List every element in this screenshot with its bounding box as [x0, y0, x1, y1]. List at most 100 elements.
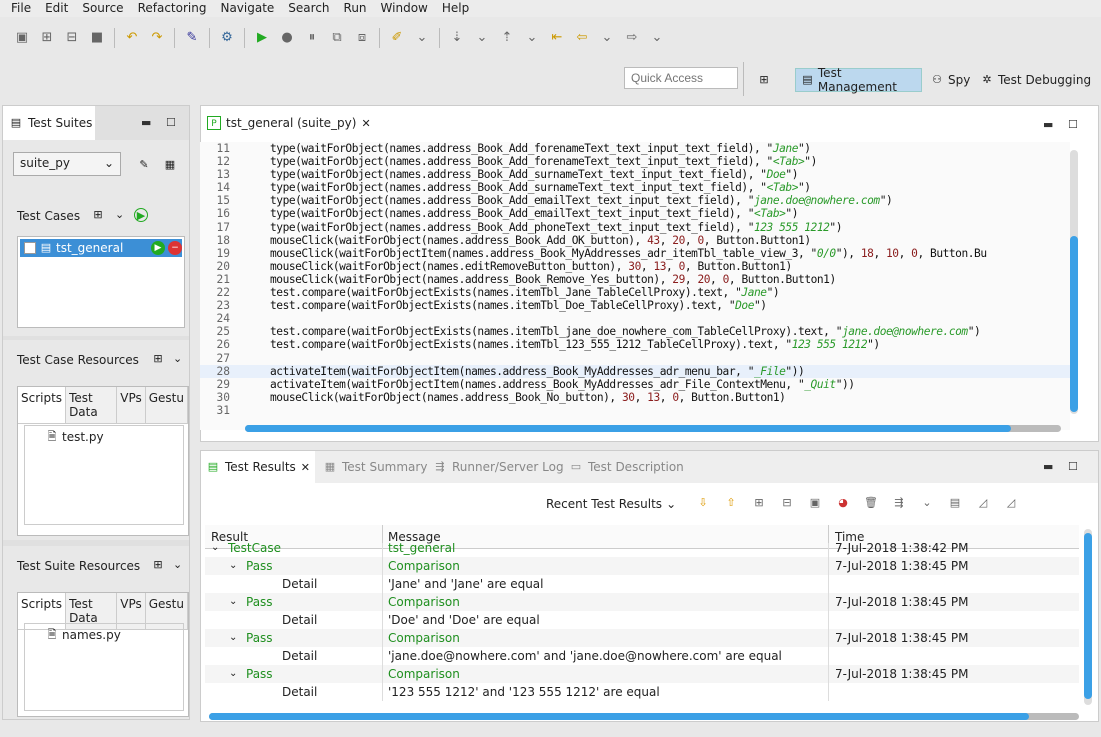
open-perspective-icon[interactable]: ⊞ — [757, 73, 771, 87]
tab-editor[interactable]: Ptst_general (suite_py) ✕ — [207, 116, 371, 130]
undo-icon[interactable]: ↶ — [124, 30, 140, 46]
checkbox[interactable] — [24, 242, 36, 254]
chevron-down-icon[interactable]: ⌄ — [474, 30, 490, 46]
tab-test-description[interactable]: ▭ Test Description — [569, 460, 684, 474]
scrollbar-thumb[interactable] — [209, 713, 1029, 720]
maximize-button[interactable]: ☐ — [1068, 118, 1078, 131]
chevron-down-icon[interactable]: ⌄ — [229, 629, 237, 647]
quick-access-input[interactable] — [624, 67, 738, 89]
code-line[interactable]: 21 mouseClick(waitForObject(names.address… — [200, 273, 1070, 286]
new-suite-icon[interactable]: ⊞ — [39, 30, 55, 46]
chevron-down-icon[interactable]: ⌄ — [920, 496, 934, 510]
arrow-down-icon[interactable]: ⇩ — [696, 496, 710, 510]
export-icon[interactable]: ◿ — [976, 496, 990, 510]
code-line[interactable]: 11 type(waitForObject(names.address_Book_… — [200, 142, 1070, 155]
code-line[interactable]: 29 activateItem(waitForObjectItem(names.a… — [200, 378, 1070, 391]
code-line[interactable]: 15 type(waitForObject(names.address_Book_… — [200, 194, 1070, 207]
chart-icon[interactable]: ◕ — [836, 496, 850, 510]
minimize-button[interactable]: ▬ — [141, 116, 151, 129]
menu-run[interactable]: Run — [337, 0, 374, 17]
result-row[interactable]: Detail 'jane.doe@nowhere.com' and 'jane.d… — [205, 647, 1079, 665]
result-row[interactable]: ⌄ Pass Comparison 7-Jul-2018 1:38:45 PM — [205, 629, 1079, 647]
perspective-test-management[interactable]: ▤ Test Management — [795, 66, 922, 94]
chevron-down-icon[interactable]: ⌄ — [173, 352, 182, 365]
chevron-down-icon[interactable]: ⌄ — [229, 557, 237, 575]
menu-window[interactable]: Window — [374, 0, 435, 17]
result-row[interactable]: Detail 'Doe' and 'Doe' are equal — [205, 611, 1079, 629]
tab-test-summary[interactable]: ▦ Test Summary — [323, 460, 428, 474]
delete-icon[interactable]: − — [168, 241, 182, 255]
code-editor[interactable]: 11 type(waitForObject(names.address_Book_… — [200, 142, 1070, 430]
import-icon[interactable]: ⇶ — [892, 496, 906, 510]
menu-navigate[interactable]: Navigate — [213, 0, 281, 17]
tab-runner-log[interactable]: ⇶ Runner/Server Log — [433, 460, 563, 474]
chevron-down-icon[interactable]: ⌄ — [649, 30, 665, 46]
pause-icon[interactable]: ⏸ — [304, 30, 320, 46]
code-line[interactable]: 16 type(waitForObject(names.address_Book_… — [200, 207, 1070, 220]
horizontal-scrollbar[interactable] — [209, 713, 1079, 720]
window-icon[interactable]: ⧈ — [354, 30, 370, 46]
tab-test-results[interactable]: ▤ Test Results ✕ — [201, 451, 315, 483]
arrow-up-icon[interactable]: ⇧ — [724, 496, 738, 510]
resource-tab[interactable]: Scripts — [18, 387, 67, 423]
file-item[interactable]: 🗎 names.py — [25, 624, 183, 642]
code-line[interactable]: 31 — [200, 404, 1070, 417]
code-line[interactable]: 27 — [200, 352, 1070, 365]
collapse-all-icon[interactable]: ⊟ — [780, 496, 794, 510]
code-line[interactable]: 30 mouseClick(waitForObject(names.address… — [200, 391, 1070, 404]
vertical-scrollbar[interactable] — [1084, 529, 1092, 705]
save-icon[interactable]: ■ — [89, 30, 105, 46]
menu-search[interactable]: Search — [281, 0, 336, 17]
pin-icon[interactable]: ✐ — [389, 30, 405, 46]
result-row[interactable]: Detail '123 555 1212' and '123 555 1212' … — [205, 683, 1079, 701]
menu-source[interactable]: Source — [75, 0, 130, 17]
new-resource-icon[interactable]: ⊞ — [151, 352, 165, 366]
result-row[interactable]: ⌄ Pass Comparison 7-Jul-2018 1:38:45 PM — [205, 593, 1079, 611]
code-line[interactable]: 19 mouseClick(waitForObjectItem(names.add… — [200, 247, 1070, 260]
step-icon[interactable]: ⧉ — [329, 30, 345, 46]
menu-refactoring[interactable]: Refactoring — [131, 0, 214, 17]
resource-tab[interactable]: VPs — [117, 387, 146, 423]
result-row[interactable]: Detail 'Jane' and 'Jane' are equal — [205, 575, 1079, 593]
menu-file[interactable]: File — [4, 0, 38, 17]
minimize-button[interactable]: ▬ — [1043, 118, 1053, 131]
scrollbar-thumb[interactable] — [1084, 533, 1092, 699]
suite-select[interactable]: suite_py ⌄ — [13, 152, 121, 176]
code-line[interactable]: 13 type(waitForObject(names.address_Book_… — [200, 168, 1070, 181]
chevron-down-icon[interactable]: ⌄ — [414, 30, 430, 46]
resource-tab[interactable]: Test Data — [66, 387, 118, 423]
menu-edit[interactable]: Edit — [38, 0, 75, 17]
close-icon[interactable]: ✕ — [301, 461, 310, 474]
code-line[interactable]: 12 type(waitForObject(names.address_Book_… — [200, 155, 1070, 168]
minimize-button[interactable]: ▬ — [1043, 460, 1053, 473]
new-icon[interactable]: ▣ — [14, 30, 30, 46]
close-icon[interactable]: ✕ — [361, 117, 370, 130]
delete-results-icon[interactable]: 🗑 — [864, 496, 878, 510]
chevron-down-icon[interactable]: ⌄ — [229, 665, 237, 683]
new-test-case-icon[interactable]: ⊞ — [91, 208, 105, 222]
result-row[interactable]: ⌄ Pass Comparison 7-Jul-2018 1:38:45 PM — [205, 665, 1079, 683]
run-test-case-icon[interactable]: ▶ — [134, 208, 148, 222]
column-time[interactable]: Time — [835, 530, 864, 544]
perspective-test-debugging[interactable]: ✲ Test Debugging — [975, 68, 1096, 92]
maximize-button[interactable]: ☐ — [166, 116, 176, 129]
chevron-down-icon[interactable]: ⌄ — [115, 208, 124, 221]
recent-results-dropdown[interactable]: Recent Test Results ⌄ — [546, 497, 676, 511]
expand-all-icon[interactable]: ⊞ — [752, 496, 766, 510]
back-icon[interactable]: ⇦ — [574, 30, 590, 46]
tab-test-suites[interactable]: ▤ Test Suites — [3, 106, 95, 140]
code-line[interactable]: 20 mouseClick(waitForObject(names.editRem… — [200, 260, 1070, 273]
edit-suite-icon[interactable]: ✎ — [137, 158, 151, 172]
scrollbar-thumb[interactable] — [1070, 236, 1078, 412]
open-icon[interactable]: ⊟ — [64, 30, 80, 46]
forward-icon[interactable]: ⇨ — [624, 30, 640, 46]
last-edit-icon[interactable]: ⇤ — [549, 30, 565, 46]
screenshot-icon[interactable]: ▣ — [808, 496, 822, 510]
maximize-button[interactable]: ☐ — [1068, 460, 1078, 473]
record-icon[interactable]: ● — [279, 30, 295, 46]
file-item[interactable]: 🗎 test.py — [25, 426, 183, 444]
annotation-icon[interactable]: ⇣ — [449, 30, 465, 46]
code-line[interactable]: 28 activateItem(waitForObjectItem(names.a… — [200, 364, 1070, 378]
chevron-down-icon[interactable]: ⌄ — [599, 30, 615, 46]
new-resource-icon[interactable]: ⊞ — [151, 558, 165, 572]
